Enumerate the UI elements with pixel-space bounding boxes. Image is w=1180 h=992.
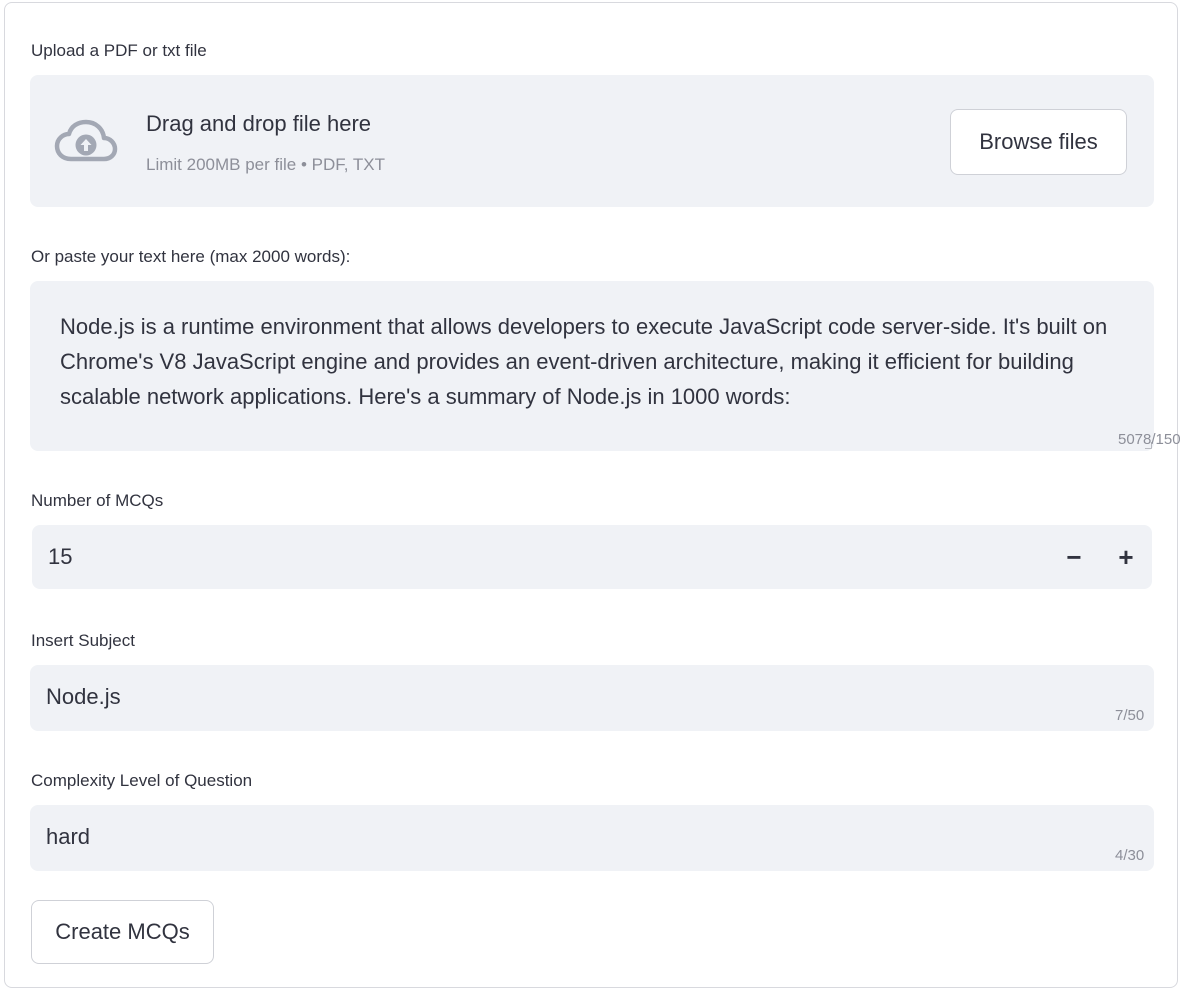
dropzone-title: Drag and drop file here (146, 111, 372, 136)
complexity-char-counter: 4/30 (1115, 847, 1145, 864)
complexity-label: Complexity Level of Question (31, 771, 253, 790)
subject-input[interactable]: Node.js 7/50 (30, 665, 1154, 731)
num-mcqs-value: 15 (48, 544, 73, 569)
cloud-upload-icon (54, 119, 118, 162)
text-area-char-counter: 5078/15000 (1118, 431, 1180, 448)
num-mcqs-input[interactable]: 15 − + (32, 525, 1152, 589)
subject-char-counter: 7/50 (1115, 707, 1145, 724)
browse-files-button[interactable]: Browse files (950, 109, 1127, 175)
text-area-label: Or paste your text here (max 2000 words)… (31, 247, 351, 266)
complexity-value: hard (46, 824, 91, 849)
upload-label: Upload a PDF or txt file (31, 41, 207, 60)
complexity-input[interactable]: hard 4/30 (30, 805, 1154, 871)
subject-value: Node.js (46, 684, 121, 709)
create-mcqs-button[interactable]: Create MCQs (31, 900, 214, 964)
text-area-content: Node.js is a runtime environment that al… (60, 314, 1108, 409)
mcq-form: Upload a PDF or txt file Drag and drop f… (4, 2, 1180, 988)
decrement-button[interactable]: − (1048, 525, 1100, 589)
subject-label: Insert Subject (31, 631, 135, 650)
num-mcqs-label: Number of MCQs (31, 491, 164, 510)
dropzone-limit-text: Limit 200MB per file • PDF, TXT (146, 155, 385, 174)
file-dropzone[interactable]: Drag and drop file here Limit 200MB per … (30, 75, 1154, 207)
increment-button[interactable]: + (1100, 525, 1152, 589)
paste-text-area[interactable]: Node.js is a runtime environment that al… (30, 281, 1154, 451)
